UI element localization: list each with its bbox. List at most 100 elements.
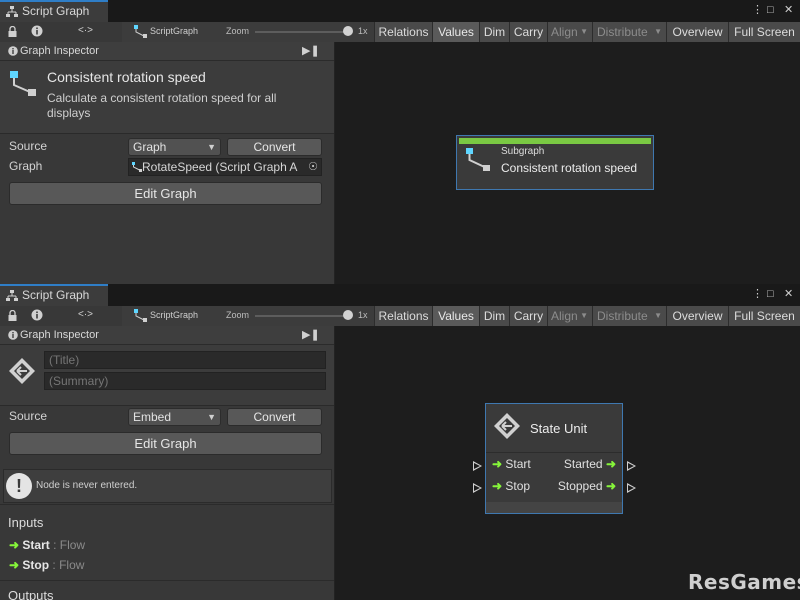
port-in-start[interactable]: ➜ Start <box>492 457 531 471</box>
overview-button[interactable]: Overview <box>666 306 728 326</box>
code-icon[interactable]: <·> <box>78 25 93 36</box>
dim-button[interactable]: Dim <box>479 22 509 42</box>
distribute-dropdown[interactable]: Distribute ▼ <box>592 22 666 42</box>
convert-button[interactable]: Convert <box>227 138 322 156</box>
object-picker-icon[interactable]: ☉ <box>308 159 318 175</box>
close-icon[interactable]: ✕ <box>784 287 793 301</box>
chevron-down-icon: ▼ <box>654 311 662 320</box>
graph-toolbar: <·> ScriptGraph Zoom 1x Relations Values… <box>0 306 800 327</box>
close-icon[interactable]: ✕ <box>784 3 793 17</box>
info-icon[interactable] <box>31 309 43 321</box>
more-options-icon[interactable]: ⋮ <box>752 3 763 17</box>
inspector-title-block: Consistent rotation speed Calculate a co… <box>0 61 334 134</box>
dim-button[interactable]: Dim <box>479 306 509 326</box>
warning-box: ! Node is never entered. <box>3 469 332 503</box>
tab-script-graph[interactable]: Script Graph <box>0 0 108 22</box>
zoom-slider-handle[interactable] <box>343 26 353 36</box>
chevron-down-icon: ▼ <box>580 27 588 36</box>
summary-field[interactable] <box>44 372 326 390</box>
script-graph-window-top: Script Graph ⋮ □ ✕ <·> ScriptGraph Zoom … <box>0 0 800 284</box>
input-port-start-connector[interactable] <box>473 461 482 471</box>
hierarchy-icon <box>6 290 18 301</box>
outputs-header: Outputs <box>8 588 54 600</box>
carry-button[interactable]: Carry <box>509 306 547 326</box>
pin-panel-icon[interactable]: ▶❚ <box>302 42 320 60</box>
distribute-dropdown[interactable]: Distribute ▼ <box>592 306 666 326</box>
full-screen-button[interactable]: Full Screen <box>728 306 800 326</box>
port-label: Stop <box>505 479 531 493</box>
input-port-stop-connector[interactable] <box>473 483 482 493</box>
carry-button[interactable]: Carry <box>509 22 547 42</box>
chevron-down-icon: ▼ <box>207 142 216 152</box>
zoom-slider-track[interactable] <box>255 315 347 317</box>
zoom-value: 1x <box>358 310 368 320</box>
graph-inspector-title: Graph Inspector <box>20 329 99 341</box>
code-icon[interactable]: <·> <box>78 309 93 320</box>
tab-title: Script Graph <box>22 288 90 302</box>
lock-icon[interactable] <box>8 26 17 37</box>
flow-arrow-icon: ➜ <box>9 558 20 572</box>
full-screen-button[interactable]: Full Screen <box>728 22 800 42</box>
port-out-stopped[interactable]: Stopped ➜ <box>558 479 616 493</box>
tab-title: Script Graph <box>22 4 90 18</box>
input-type: : Flow <box>52 558 85 572</box>
port-in-stop[interactable]: ➜ Stop <box>492 479 530 493</box>
maximize-icon[interactable]: □ <box>767 287 774 301</box>
zoom-label: Zoom <box>226 310 250 320</box>
node-title: Consistent rotation speed <box>47 69 206 85</box>
watermark: ResGames <box>688 570 800 594</box>
edit-graph-button[interactable]: Edit Graph <box>9 432 322 455</box>
input-row-start: ➜ Start : Flow <box>9 538 85 552</box>
warning-message: Node is never entered. <box>36 480 138 491</box>
zoom-label: Zoom <box>226 26 250 36</box>
source-value: Embed <box>133 410 172 424</box>
maximize-icon[interactable]: □ <box>767 3 774 17</box>
port-label: Start <box>505 457 531 471</box>
pin-panel-icon[interactable]: ▶❚ <box>302 326 320 344</box>
node-title: Consistent rotation speed <box>501 161 638 175</box>
zoom-slider-track[interactable] <box>255 31 347 33</box>
graph-inspector-title: Graph Inspector <box>20 45 99 57</box>
align-dropdown[interactable]: Align ▼ <box>547 306 592 326</box>
script-graph-icon <box>134 309 147 322</box>
values-button[interactable]: Values <box>432 306 479 326</box>
relations-button[interactable]: Relations <box>374 306 432 326</box>
source-dropdown[interactable]: Graph ▼ <box>128 138 221 156</box>
overview-button[interactable]: Overview <box>666 22 728 42</box>
graph-canvas[interactable]: Subgraph Consistent rotation speed <box>335 42 800 284</box>
flow-arrow-icon: ➜ <box>492 479 503 493</box>
breadcrumb[interactable]: ScriptGraph <box>150 310 198 320</box>
script-graph-asset-icon <box>132 162 142 172</box>
graph-asset-field[interactable]: RotateSpeed (Script Graph A ☉ <box>128 158 322 176</box>
inputs-header: Inputs <box>8 515 44 530</box>
lock-icon[interactable] <box>8 310 17 321</box>
state-unit-node[interactable]: State Unit ➜ Start ➜ Stop Started ➜ Stop… <box>485 403 623 514</box>
values-button[interactable]: Values <box>432 22 479 42</box>
graph-inspector-header: Graph Inspector ▶❚ <box>0 42 334 61</box>
divider <box>486 452 622 453</box>
title-field[interactable] <box>44 351 326 369</box>
tab-bar: Script Graph ⋮ □ ✕ <box>0 284 800 306</box>
toolbar-left-section: <·> <box>0 22 122 42</box>
source-dropdown[interactable]: Embed ▼ <box>128 408 221 426</box>
align-dropdown[interactable]: Align ▼ <box>547 22 592 42</box>
output-port-stopped-connector[interactable] <box>627 483 636 493</box>
node-footer <box>486 502 622 513</box>
info-icon[interactable] <box>31 25 43 37</box>
edit-graph-button[interactable]: Edit Graph <box>9 182 322 205</box>
chevron-down-icon: ▼ <box>654 27 662 36</box>
convert-button[interactable]: Convert <box>227 408 322 426</box>
flow-arrow-icon: ➜ <box>605 479 616 493</box>
toolbar-left-section: <·> <box>0 306 122 326</box>
subgraph-node[interactable]: Subgraph Consistent rotation speed <box>456 135 654 190</box>
relations-button[interactable]: Relations <box>374 22 432 42</box>
tab-script-graph[interactable]: Script Graph <box>0 284 108 306</box>
zoom-slider-handle[interactable] <box>343 310 353 320</box>
input-type: : Flow <box>53 538 86 552</box>
output-port-started-connector[interactable] <box>627 461 636 471</box>
more-options-icon[interactable]: ⋮ <box>752 287 763 301</box>
graph-canvas[interactable]: State Unit ➜ Start ➜ Stop Started ➜ Stop… <box>335 326 800 600</box>
breadcrumb[interactable]: ScriptGraph <box>150 26 198 36</box>
source-label: Source <box>9 139 48 153</box>
port-out-started[interactable]: Started ➜ <box>564 457 616 471</box>
